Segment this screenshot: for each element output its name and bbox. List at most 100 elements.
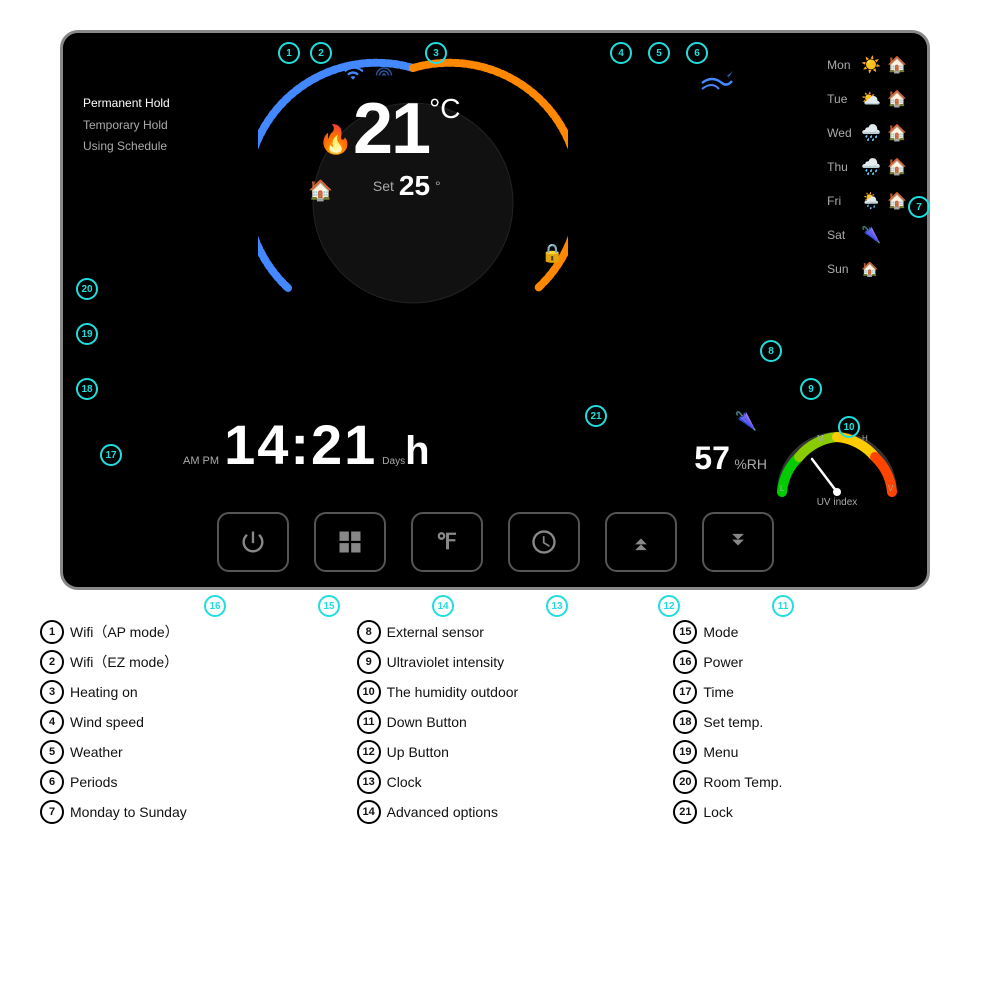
legend-item-14: 14 Advanced options xyxy=(357,800,644,824)
legend-label-14: Advanced options xyxy=(387,804,498,820)
legend-label-10: The humidity outdoor xyxy=(387,684,519,700)
legend-num-9: 9 xyxy=(357,650,381,674)
weather-icon-tue: ⛅ xyxy=(861,89,881,109)
legend-item-10: 10 The humidity outdoor xyxy=(357,680,644,704)
legend-label-13: Clock xyxy=(387,774,422,790)
heating-on-icon: 🔥 xyxy=(318,123,353,156)
legend-item-20: 20 Room Temp. xyxy=(673,770,960,794)
legend-item-21: 21 Lock xyxy=(673,800,960,824)
clock-button[interactable] xyxy=(508,512,580,572)
day-row-thu: Thu 🌧️ 🏠 xyxy=(827,150,907,184)
uv-gauge: L M H V UV index xyxy=(772,427,902,497)
am-pm-label: AM PM xyxy=(183,455,219,467)
callout-14: 14 xyxy=(432,595,454,617)
control-buttons: ℉ xyxy=(63,512,927,572)
legend-num-13: 13 xyxy=(357,770,381,794)
thermostat-device: 🔥 🏠 21 °C Set 25 ° 🔒 Permanent Hold Temp… xyxy=(60,30,930,590)
legend-num-18: 18 xyxy=(673,710,697,734)
days-schedule: Mon ☀️ 🏠 Tue ⛅ 🏠 Wed 🌧️ 🏠 Thu 🌧️ 🏠 Fri xyxy=(827,48,907,286)
legend-num-2: 2 xyxy=(40,650,64,674)
day-row-wed: Wed 🌧️ 🏠 xyxy=(827,116,907,150)
callout-17: 17 xyxy=(100,444,122,466)
set-temp-row: Set 25 ° xyxy=(353,170,461,202)
callout-10: 10 xyxy=(838,416,860,438)
callout-5: 5 xyxy=(648,42,670,64)
day-mon: Mon xyxy=(827,58,855,72)
time-area: AM PM 14:21 Days h xyxy=(183,412,430,477)
legend-label-15: Mode xyxy=(703,624,738,640)
time-display: 14:21 xyxy=(224,412,377,477)
legend-num-19: 19 xyxy=(673,740,697,764)
day-wed: Wed xyxy=(827,126,855,140)
set-label: Set xyxy=(373,178,394,194)
legend-item-12: 12 Up Button xyxy=(357,740,644,764)
legend-item-3: 3 Heating on xyxy=(40,680,327,704)
callout-9: 9 xyxy=(800,378,822,400)
set-unit: ° xyxy=(435,178,441,194)
legend-num-7: 7 xyxy=(40,800,64,824)
callout-21: 21 xyxy=(585,405,607,427)
home-icon-thu: 🏠 xyxy=(887,157,907,177)
legend-item-18: 18 Set temp. xyxy=(673,710,960,734)
humidity-display: 57 %RH xyxy=(694,440,767,477)
weather-icon-thu: 🌧️ xyxy=(861,157,881,177)
lock-icon: 🔒 xyxy=(541,243,563,264)
legend-label-16: Power xyxy=(703,654,743,670)
legend-label-18: Set temp. xyxy=(703,714,763,730)
home-icon-mon: 🏠 xyxy=(887,55,907,75)
legend-item-7: 7 Monday to Sunday xyxy=(40,800,327,824)
weather-icon-fri: 🌦️ xyxy=(861,191,881,211)
power-button[interactable] xyxy=(217,512,289,572)
day-row-tue: Tue ⛅ 🏠 xyxy=(827,82,907,116)
svg-text:H: H xyxy=(862,434,868,443)
legend-num-4: 4 xyxy=(40,710,64,734)
legend-num-3: 3 xyxy=(40,680,64,704)
day-tue: Tue xyxy=(827,92,855,106)
device-screen: 🔥 🏠 21 °C Set 25 ° 🔒 Permanent Hold Temp… xyxy=(63,33,927,587)
up-button[interactable] xyxy=(605,512,677,572)
legend-item-19: 19 Menu xyxy=(673,740,960,764)
callout-12: 12 xyxy=(658,595,680,617)
callout-1: 1 xyxy=(278,42,300,64)
legend-num-5: 5 xyxy=(40,740,64,764)
legend-label-7: Monday to Sunday xyxy=(70,804,187,820)
legend-num-21: 21 xyxy=(673,800,697,824)
home-down-icon: 🏠 xyxy=(308,178,333,203)
rain-icon: 🌂 xyxy=(735,411,757,432)
days-label: Days xyxy=(382,456,405,467)
uv-label: UV index xyxy=(772,497,902,508)
humidity-unit: %RH xyxy=(734,456,767,472)
legend-item-5: 5 Weather xyxy=(40,740,327,764)
hold-options-panel: Permanent Hold Temporary Hold Using Sche… xyxy=(83,93,283,158)
home-icon-wed: 🏠 xyxy=(887,123,907,143)
legend-label-21: Lock xyxy=(703,804,733,820)
legend-label-1: Wifi（AP mode） xyxy=(70,622,179,642)
legend-item-9: 9 Ultraviolet intensity xyxy=(357,650,644,674)
legend-label-9: Ultraviolet intensity xyxy=(387,654,505,670)
callout-18: 18 xyxy=(76,378,98,400)
mode-button[interactable] xyxy=(314,512,386,572)
legend-label-6: Periods xyxy=(70,774,117,790)
legend-label-2: Wifi（EZ mode） xyxy=(70,652,178,672)
hold-text: Permanent Hold Temporary Hold Using Sche… xyxy=(83,93,283,158)
legend-label-11: Down Button xyxy=(387,714,467,730)
day-row-fri: Fri 🌦️ 🏠 xyxy=(827,184,907,218)
home-icon-tue: 🏠 xyxy=(887,89,907,109)
down-button[interactable] xyxy=(702,512,774,572)
temperature-display: 21 °C Set 25 ° xyxy=(353,93,461,202)
day-fri: Fri xyxy=(827,194,855,208)
temporary-hold: Temporary Hold xyxy=(83,115,283,137)
legend-label-17: Time xyxy=(703,684,734,700)
legend-num-15: 15 xyxy=(673,620,697,644)
legend-num-20: 20 xyxy=(673,770,697,794)
legend-label-8: External sensor xyxy=(387,624,484,640)
callout-13: 13 xyxy=(546,595,568,617)
legend-num-16: 16 xyxy=(673,650,697,674)
callout-20: 20 xyxy=(76,278,98,300)
callout-15: 15 xyxy=(318,595,340,617)
legend-item-16: 16 Power xyxy=(673,650,960,674)
legend-label-4: Wind speed xyxy=(70,714,144,730)
time-suffix: h xyxy=(405,429,429,474)
legend-num-1: 1 xyxy=(40,620,64,644)
advanced-button[interactable]: ℉ xyxy=(411,512,483,572)
